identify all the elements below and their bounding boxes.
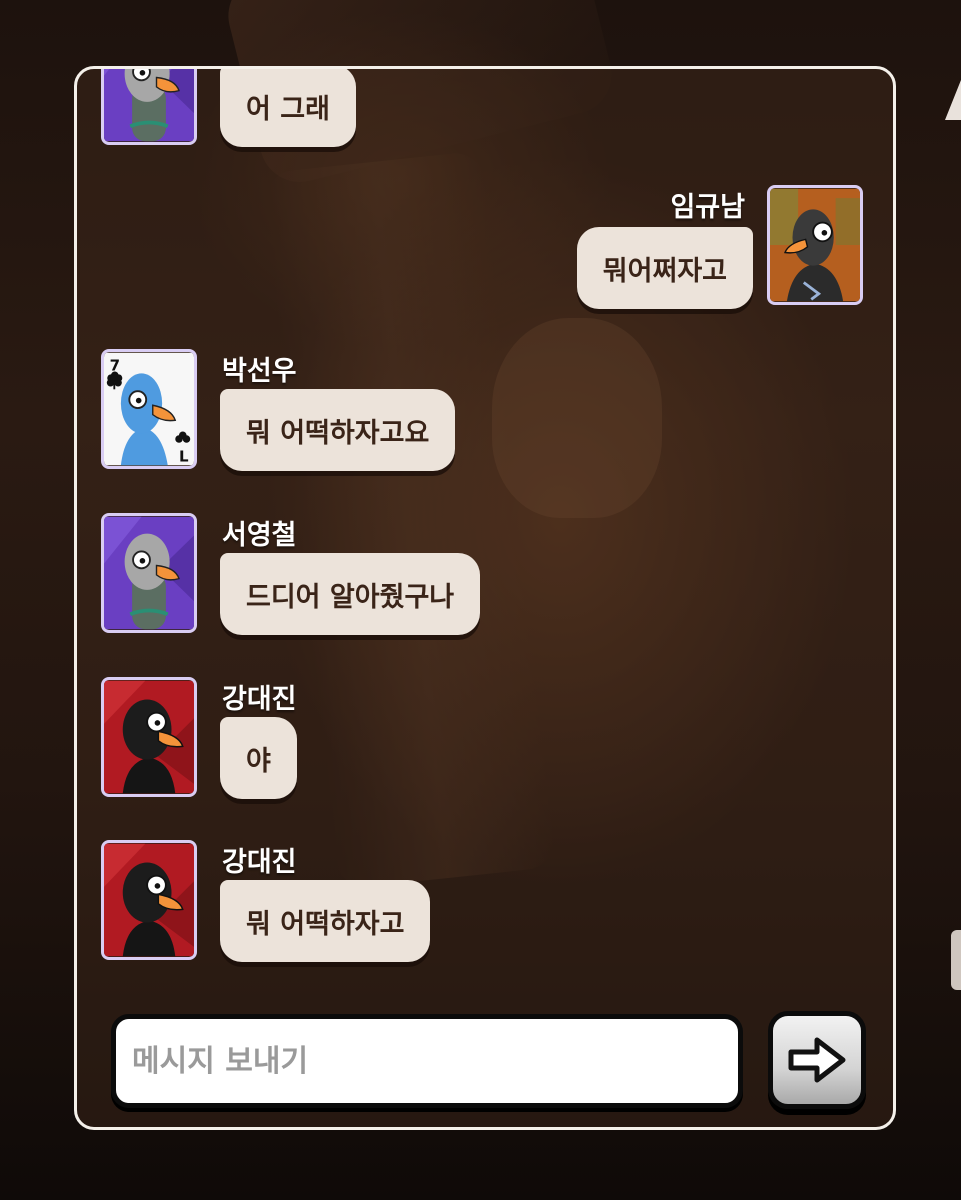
message-bubble[interactable]: 야 xyxy=(220,717,297,799)
orange-goose-avatar[interactable] xyxy=(767,185,863,305)
message-bubble[interactable]: 뭐 어떡하자고 xyxy=(220,880,431,962)
chat-message: 강대진 뭐 어떡하자고 xyxy=(77,840,893,970)
message-input[interactable] xyxy=(116,1019,738,1103)
sender-name: 강대진 xyxy=(222,847,297,878)
purple-goose-avatar[interactable] xyxy=(101,513,197,633)
message-bubble[interactable]: 어 그래 xyxy=(220,69,356,147)
right-arrow-icon xyxy=(788,1037,846,1083)
sender-name: 서영철 xyxy=(222,520,297,551)
sender-name: 강대진 xyxy=(222,684,297,715)
red-black-duck-avatar[interactable] xyxy=(101,840,197,960)
message-bubble[interactable]: 뭐 어떡하자고요 xyxy=(220,389,456,471)
send-button[interactable] xyxy=(768,1011,866,1109)
chat-message: 7 L 박선우 뭐 어떡하자고요 xyxy=(77,349,893,479)
card-rank: 7 xyxy=(110,357,120,375)
message-bubble[interactable]: 뭐어쩌자고 xyxy=(576,227,753,309)
message-bubble[interactable]: 드디어 알아줬구나 xyxy=(220,553,481,635)
message-input-box[interactable] xyxy=(111,1014,743,1108)
seven-of-clubs-goose-card[interactable]: 7 L xyxy=(101,349,197,469)
sender-name: 박선우 xyxy=(222,356,297,387)
chat-message-own: 임규남 뭐어쩌자고 xyxy=(77,185,893,315)
chat-message: 서영철 드디어 알아줬구나 xyxy=(77,513,893,643)
purple-goose-avatar[interactable] xyxy=(101,69,197,145)
chat-message: 어 그래 xyxy=(77,69,893,159)
chat-message: 강대진 야 xyxy=(77,677,893,807)
chat-panel: 어 그래 임규남 뭐어쩌자고 7 L 박선우 뭐 어떡하자고요 서영철 드디어 … xyxy=(74,66,896,1130)
background-art xyxy=(951,930,961,990)
sender-name: 임규남 xyxy=(670,192,745,223)
background-art xyxy=(945,80,961,120)
red-black-duck-avatar[interactable] xyxy=(101,677,197,797)
card-rank: L xyxy=(179,448,189,466)
